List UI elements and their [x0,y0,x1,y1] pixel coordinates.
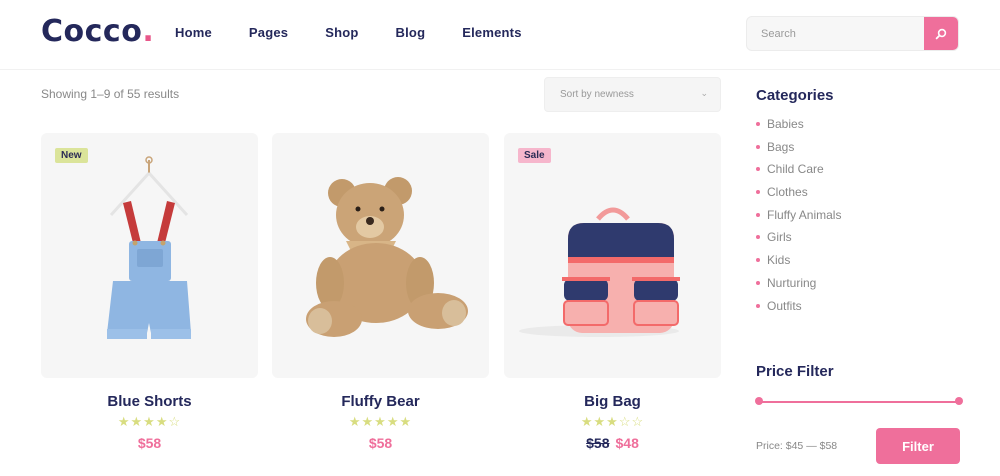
category-item-kids[interactable]: Kids [756,253,841,276]
product-name[interactable]: Big Bag [504,393,721,410]
category-label: Girls [767,230,792,245]
sort-select[interactable]: Sort by newness ⌄ [544,77,721,112]
star-filled-icon: ★ [386,414,400,429]
bullet-icon [756,212,760,217]
star-empty-icon: ☆ [168,414,182,429]
logo-text: Cocco [41,14,143,49]
star-filled-icon: ★ [593,414,607,429]
star-rating: ★★★★☆ [41,414,258,430]
sale-badge: Sale [518,148,551,163]
chevron-down-icon: ⌄ [700,88,708,98]
nav-elements[interactable]: Elements [462,25,521,40]
product-name[interactable]: Fluffy Bear [272,393,489,410]
category-label: Outfits [767,298,802,313]
star-filled-icon: ★ [580,414,594,429]
nav-blog[interactable]: Blog [396,25,426,40]
category-item-bags[interactable]: Bags [756,140,841,163]
category-item-outfits[interactable]: Outfits [756,299,841,322]
product-name[interactable]: Blue Shorts [41,393,258,410]
sidebar: Categories Babies Bags Child Care Clothe… [755,0,963,476]
category-item-child-care[interactable]: Child Care [756,162,841,185]
sort-selected-label: Sort by newness [560,89,634,100]
price: $58 [368,435,393,451]
star-empty-icon: ☆ [618,414,632,429]
categories-title: Categories [756,87,834,104]
bullet-icon [756,303,760,308]
star-filled-icon: ★ [374,414,387,429]
category-label: Clothes [767,185,808,200]
price: $58 [137,435,162,451]
main-nav: Home Pages Shop Blog Elements [175,25,559,40]
star-rating: ★★★☆☆ [504,414,721,430]
category-label: Child Care [767,162,824,177]
star-filled-icon: ★ [348,414,362,429]
logo[interactable]: Cocco. [41,14,154,49]
category-label: Babies [767,117,804,131]
star-filled-icon: ★ [130,414,144,429]
nav-home[interactable]: Home [175,25,212,40]
product-card: Sale Big Bag ★★★☆☆ $58 $48 [504,133,721,451]
result-count: Showing 1–9 of 55 results [41,87,180,101]
price: $48 [615,435,639,451]
star-rating: ★★★★★ [272,414,489,430]
category-label: Kids [767,253,791,268]
logo-dot: . [142,14,155,49]
bullet-icon [756,280,760,285]
product-image[interactable]: Sale [504,133,721,378]
category-item-nurturing[interactable]: Nurturing [756,276,841,299]
price-row: $58 $48 [504,435,721,451]
new-badge: New [55,148,88,163]
nav-shop[interactable]: Shop [325,25,358,40]
category-item-girls[interactable]: Girls [756,230,841,253]
star-filled-icon: ★ [399,414,413,429]
category-item-babies[interactable]: Babies [756,117,841,140]
star-filled-icon: ★ [155,414,169,429]
product-card: Fluffy Bear ★★★★★ $58 [272,133,489,451]
price-filter-title: Price Filter [756,363,834,380]
product-image[interactable]: New [41,133,258,378]
product-image[interactable] [272,133,489,378]
category-item-fluffy-animals[interactable]: Fluffy Animals [756,208,841,231]
star-filled-icon: ★ [143,414,156,429]
backpack-image [519,207,680,337]
bullet-icon [756,167,760,172]
category-label: Fluffy Animals [767,207,842,222]
overalls-image [107,156,191,339]
category-label: Bags [767,139,795,154]
bullet-icon [756,122,760,126]
bullet-icon [756,235,760,240]
price-slider-max-handle[interactable] [955,397,963,405]
category-item-clothes[interactable]: Clothes [756,185,841,208]
product-card: New Blue Shorts ★★★★☆ $58 [41,133,258,451]
bullet-icon [756,144,760,149]
star-empty-icon: ☆ [631,414,645,429]
price-slider-min-handle[interactable] [755,397,763,405]
teddy-bear-image [306,177,468,337]
old-price: $58 [586,435,610,451]
star-filled-icon: ★ [361,414,375,429]
category-list: Babies Bags Child Care Clothes Fluffy An… [756,117,841,321]
price-row: $58 [272,435,489,451]
filter-button[interactable]: Filter [876,428,960,464]
bullet-icon [756,190,760,195]
nav-pages[interactable]: Pages [249,25,288,40]
bullet-icon [756,258,760,263]
category-label: Nurturing [767,275,817,290]
price-range-text: Price: $45 — $58 [756,440,838,452]
star-filled-icon: ★ [117,414,131,429]
price-slider-track[interactable] [758,401,960,403]
price-row: $58 [41,435,258,451]
star-filled-icon: ★ [606,414,619,429]
